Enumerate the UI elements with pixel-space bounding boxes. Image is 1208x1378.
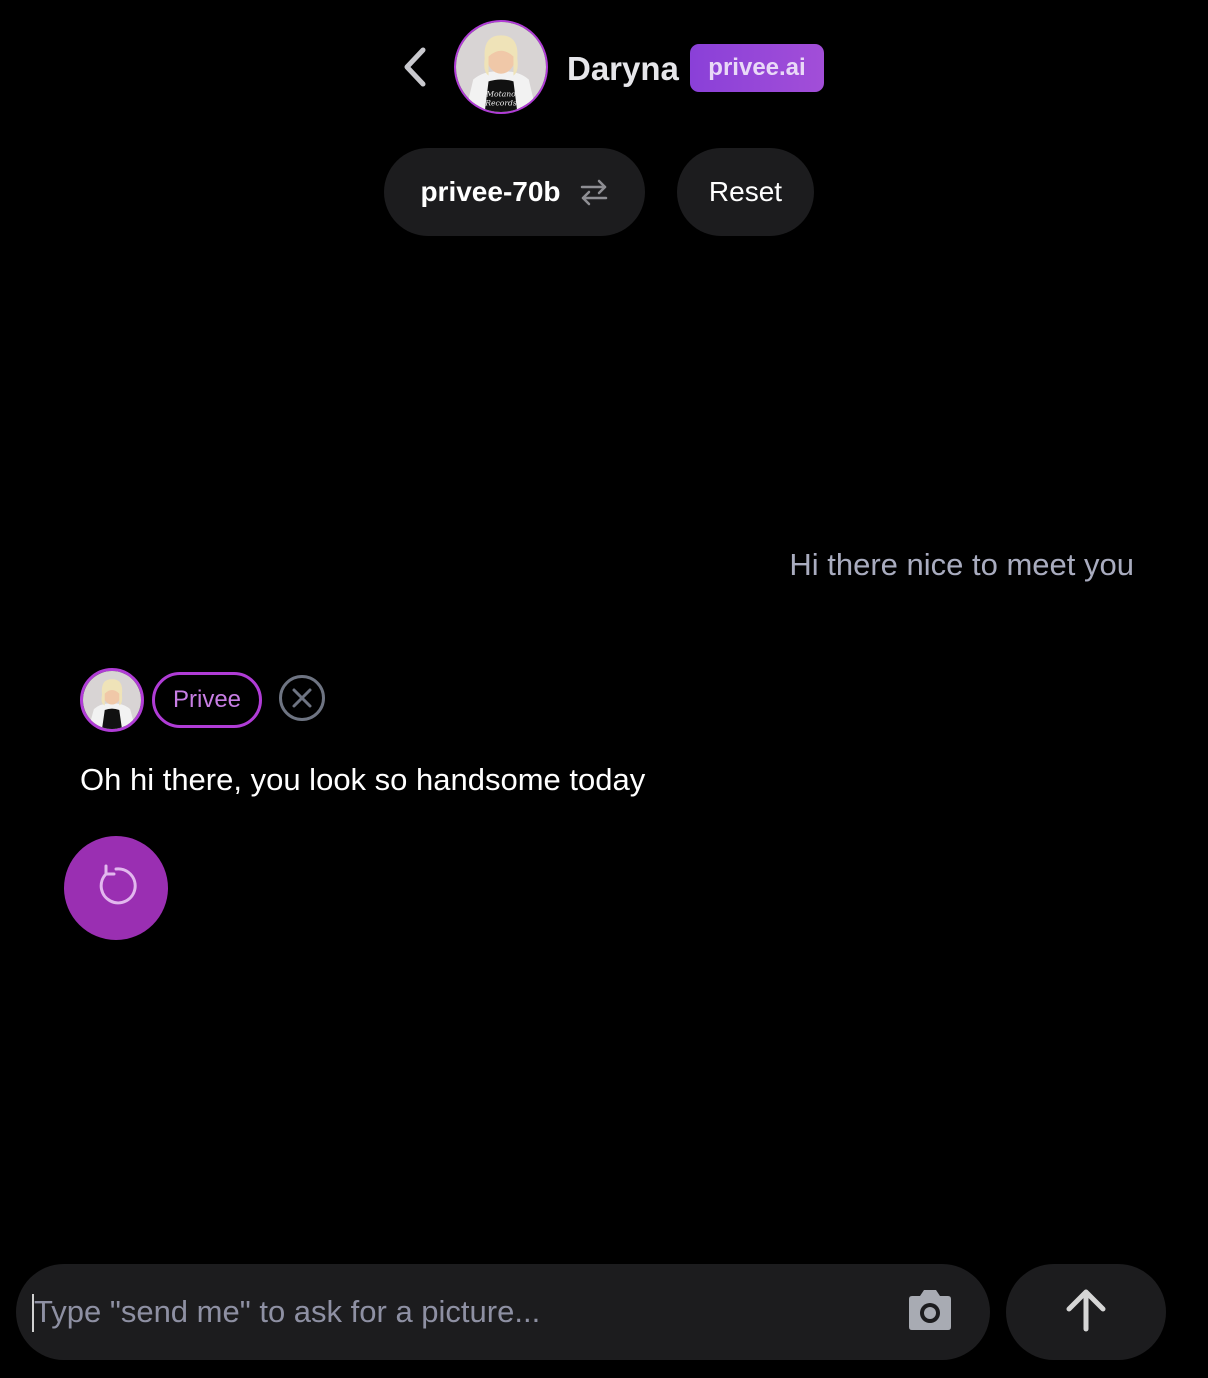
bot-message-header: Privee [80, 668, 326, 732]
character-name: Daryna [567, 50, 679, 87]
chevron-left-icon [401, 46, 429, 93]
message-input[interactable] [32, 1264, 892, 1360]
camera-button[interactable] [904, 1288, 956, 1336]
refresh-icon [92, 862, 140, 915]
back-button[interactable] [393, 44, 437, 94]
message-composer [16, 1264, 990, 1360]
arrow-up-icon [1064, 1287, 1108, 1338]
svg-text:Records: Records [484, 98, 517, 107]
reset-button[interactable]: Reset [677, 148, 814, 236]
user-message: Hi there nice to meet you [789, 547, 1134, 582]
regenerate-button[interactable] [64, 836, 168, 940]
send-button[interactable] [1006, 1264, 1166, 1360]
avatar[interactable]: Motano Records [454, 20, 548, 114]
dismiss-button[interactable] [278, 674, 326, 727]
model-label: privee-70b [420, 176, 561, 207]
close-circle-icon [278, 674, 326, 727]
svg-text:Motano: Motano [485, 90, 516, 99]
chat-page: Motano Records Daryna privee.ai privee-7… [0, 0, 1208, 1378]
bot-avatar [80, 668, 144, 732]
brand-badge: privee.ai [690, 44, 824, 92]
swap-arrows-icon [579, 177, 609, 207]
model-switch-button[interactable]: privee-70b [384, 148, 645, 236]
camera-icon [905, 1289, 955, 1336]
privee-tag: Privee [152, 672, 262, 728]
bot-message: Oh hi there, you look so handsome today [80, 762, 646, 797]
text-caret [32, 1294, 34, 1332]
